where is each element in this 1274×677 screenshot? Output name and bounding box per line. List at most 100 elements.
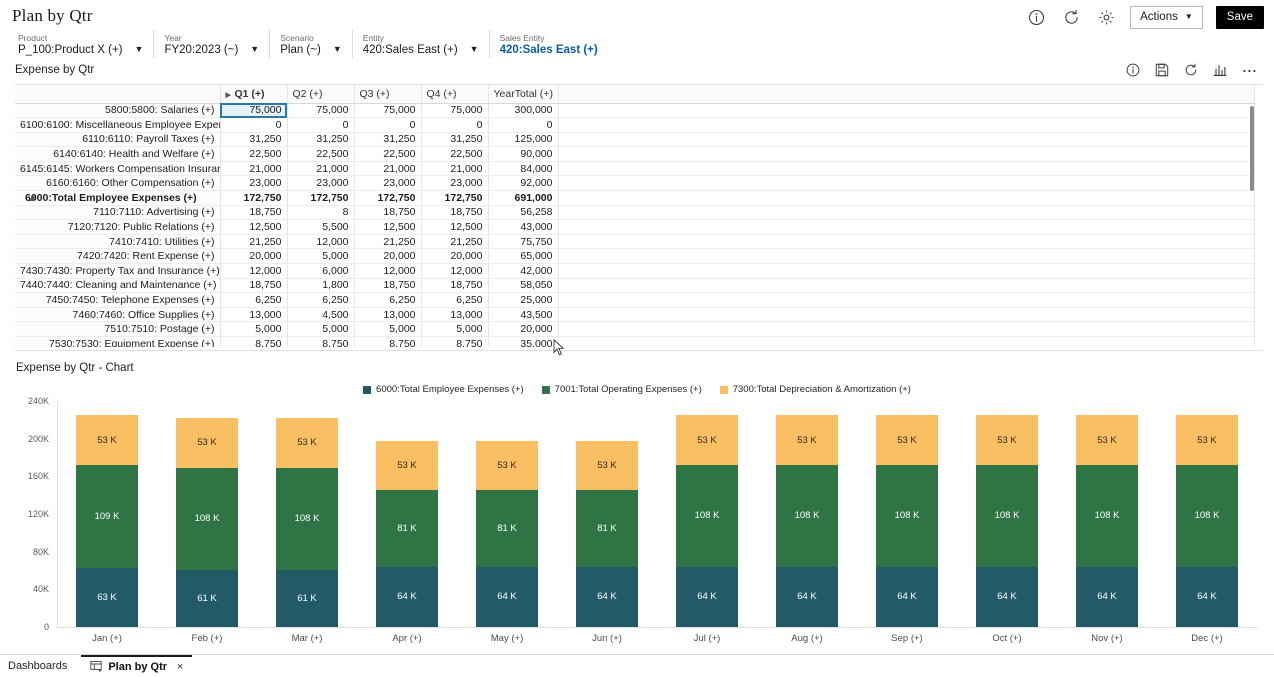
- stacked-bar[interactable]: 53 K 109 K 63 K: [76, 415, 138, 627]
- cell-q3[interactable]: 12,500: [354, 219, 422, 235]
- chevron-down-icon[interactable]: ▼: [333, 45, 342, 54]
- row-label[interactable]: 6100:6100: Miscellaneous Employee Expens…: [15, 117, 221, 133]
- table-row[interactable]: 7430:7430: Property Tax and Insurance (+…: [15, 263, 1255, 279]
- cell-q4[interactable]: 172,750: [421, 190, 489, 206]
- x-axis-label[interactable]: Dec (+): [1157, 633, 1257, 644]
- bar-column[interactable]: 53 K 108 K 64 K: [957, 401, 1057, 627]
- cell-q4[interactable]: 12,500: [421, 219, 489, 235]
- pov-item-sales-entity[interactable]: Sales Entity 420:Sales East (+): [488, 30, 608, 58]
- cell-q4[interactable]: 23,000: [421, 175, 489, 192]
- row-label[interactable]: 6160:6160: Other Compensation (+): [15, 175, 221, 192]
- cell-q2[interactable]: 4,500: [287, 307, 355, 323]
- cell-q3[interactable]: 8,750: [354, 336, 422, 347]
- bar-column[interactable]: 53 K 108 K 61 K: [257, 401, 357, 627]
- cell-q1[interactable]: 0: [220, 117, 288, 133]
- pov-value-scenario[interactable]: Plan (~): [280, 44, 321, 56]
- cell-yeartotal[interactable]: 65,000: [488, 248, 559, 265]
- row-label[interactable]: 7450:7450: Telephone Expenses (+): [15, 292, 221, 308]
- cell-yeartotal[interactable]: 92,000: [488, 175, 559, 192]
- more-icon[interactable]: [1241, 62, 1257, 78]
- cell-q1[interactable]: 18,750: [220, 205, 288, 221]
- cell-q1[interactable]: 31,250: [220, 132, 288, 148]
- scrollbar-thumb[interactable]: [1250, 106, 1254, 191]
- cell-q2[interactable]: 12,000: [287, 234, 355, 250]
- cell-q2[interactable]: 31,250: [287, 132, 355, 148]
- row-label[interactable]: 7510:7510: Postage (+): [15, 321, 221, 337]
- bar-segment[interactable]: 81 K: [576, 490, 638, 567]
- bar-column[interactable]: 53 K 108 K 64 K: [1057, 401, 1157, 627]
- chevron-down-icon[interactable]: ▼: [135, 45, 144, 54]
- bar-segment[interactable]: 108 K: [776, 465, 838, 567]
- cell-yeartotal[interactable]: 300,000: [488, 103, 559, 119]
- cell-yeartotal[interactable]: 20,000: [488, 321, 559, 337]
- cell-q4[interactable]: 31,250: [421, 132, 489, 148]
- bar-segment[interactable]: 108 K: [676, 465, 738, 567]
- collapse-triangle-icon[interactable]: ◢: [29, 194, 34, 202]
- bar-segment[interactable]: 53 K: [276, 417, 338, 468]
- cell-yeartotal[interactable]: 84,000: [488, 161, 559, 177]
- table-row-total[interactable]: ◢ 6000:Total Employee Expenses (+) 172,75…: [15, 190, 1255, 206]
- cell-q3[interactable]: 18,750: [354, 205, 422, 221]
- stacked-bar[interactable]: 53 K 108 K 61 K: [176, 417, 238, 627]
- bar-segment[interactable]: 53 K: [76, 415, 138, 466]
- cell-q4[interactable]: 20,000: [421, 248, 489, 265]
- bar-segment[interactable]: 53 K: [1176, 415, 1238, 466]
- refresh-icon[interactable]: [1060, 6, 1082, 28]
- cell-q1[interactable]: 23,000: [220, 175, 288, 192]
- column-header-q4[interactable]: Q4 (+): [421, 85, 489, 104]
- cell-q2[interactable]: 6,250: [287, 292, 355, 308]
- bar-segment[interactable]: 108 K: [276, 467, 338, 570]
- bar-segment[interactable]: 53 K: [976, 415, 1038, 466]
- table-row[interactable]: 7450:7450: Telephone Expenses (+) 6,250 …: [15, 292, 1255, 308]
- table-row[interactable]: 6100:6100: Miscellaneous Employee Expens…: [15, 117, 1255, 133]
- x-axis-label[interactable]: Nov (+): [1057, 633, 1157, 644]
- bar-segment[interactable]: 64 K: [476, 566, 538, 627]
- cell-q4[interactable]: 22,500: [421, 146, 489, 162]
- bar-segment[interactable]: 64 K: [676, 566, 738, 627]
- bar-segment[interactable]: 64 K: [376, 566, 438, 627]
- cell-yeartotal[interactable]: 125,000: [488, 132, 559, 148]
- row-label[interactable]: 6145:6145: Workers Compensation Insuranc…: [15, 161, 221, 177]
- bar-column[interactable]: 53 K 109 K 63 K: [57, 401, 157, 627]
- cell-q4[interactable]: 21,250: [421, 234, 489, 250]
- cell-q1[interactable]: 18,750: [220, 278, 288, 294]
- pov-value-product[interactable]: P_100:Product X (+): [18, 44, 123, 56]
- cell-q4[interactable]: 0: [421, 117, 489, 133]
- cell-q1[interactable]: 172,750: [220, 190, 288, 206]
- bar-segment[interactable]: 53 K: [1076, 415, 1138, 466]
- cell-q2[interactable]: 22,500: [287, 146, 355, 162]
- bar-segment[interactable]: 64 K: [576, 566, 638, 627]
- x-axis-label[interactable]: Mar (+): [257, 633, 357, 644]
- table-row[interactable]: 7420:7420: Rent Expense (+) 20,000 5,000…: [15, 248, 1255, 265]
- bar-segment[interactable]: 108 K: [1076, 465, 1138, 567]
- cell-q1[interactable]: 5,000: [220, 321, 288, 337]
- x-axis-label[interactable]: Oct (+): [957, 633, 1057, 644]
- bar-column[interactable]: 53 K 108 K 64 K: [857, 401, 957, 627]
- cell-q3[interactable]: 21,250: [354, 234, 422, 250]
- table-row[interactable]: 6140:6140: Health and Welfare (+) 22,500…: [15, 146, 1255, 162]
- pov-value-entity[interactable]: 420:Sales East (+): [363, 44, 458, 56]
- x-axis-label[interactable]: Apr (+): [357, 633, 457, 644]
- grid-vertical-scrollbar[interactable]: [1250, 106, 1254, 361]
- column-header-q3[interactable]: Q3 (+): [354, 85, 422, 104]
- x-axis-label[interactable]: May (+): [457, 633, 557, 644]
- x-axis-label[interactable]: Jun (+): [557, 633, 657, 644]
- row-label[interactable]: 7530:7530: Equipment Expense (+): [15, 336, 221, 347]
- bar-segment[interactable]: 108 K: [1176, 465, 1238, 567]
- bar-segment[interactable]: 61 K: [276, 569, 338, 627]
- cell-q4[interactable]: 13,000: [421, 307, 489, 323]
- x-axis-label[interactable]: Feb (+): [157, 633, 257, 644]
- bar-segment[interactable]: 64 K: [1076, 566, 1138, 627]
- pov-item-entity[interactable]: Entity 420:Sales East (+) ▼: [351, 30, 489, 58]
- table-row[interactable]: 7510:7510: Postage (+) 5,000 5,000 5,000…: [15, 321, 1255, 337]
- column-header-q2[interactable]: Q2 (+): [287, 85, 355, 104]
- pov-value-sales-entity[interactable]: 420:Sales East (+): [500, 44, 598, 56]
- bar-segment[interactable]: 108 K: [176, 467, 238, 570]
- row-label[interactable]: 7120:7120: Public Relations (+): [15, 219, 221, 235]
- cell-q4[interactable]: 5,000: [421, 321, 489, 337]
- legend-item[interactable]: 6000:Total Employee Expenses (+): [363, 384, 524, 395]
- cell-q1[interactable]: 13,000: [220, 307, 288, 323]
- cell-yeartotal[interactable]: 35,000: [488, 336, 559, 347]
- cell-q2[interactable]: 8,750: [287, 336, 355, 347]
- table-row[interactable]: 6145:6145: Workers Compensation Insuranc…: [15, 161, 1255, 177]
